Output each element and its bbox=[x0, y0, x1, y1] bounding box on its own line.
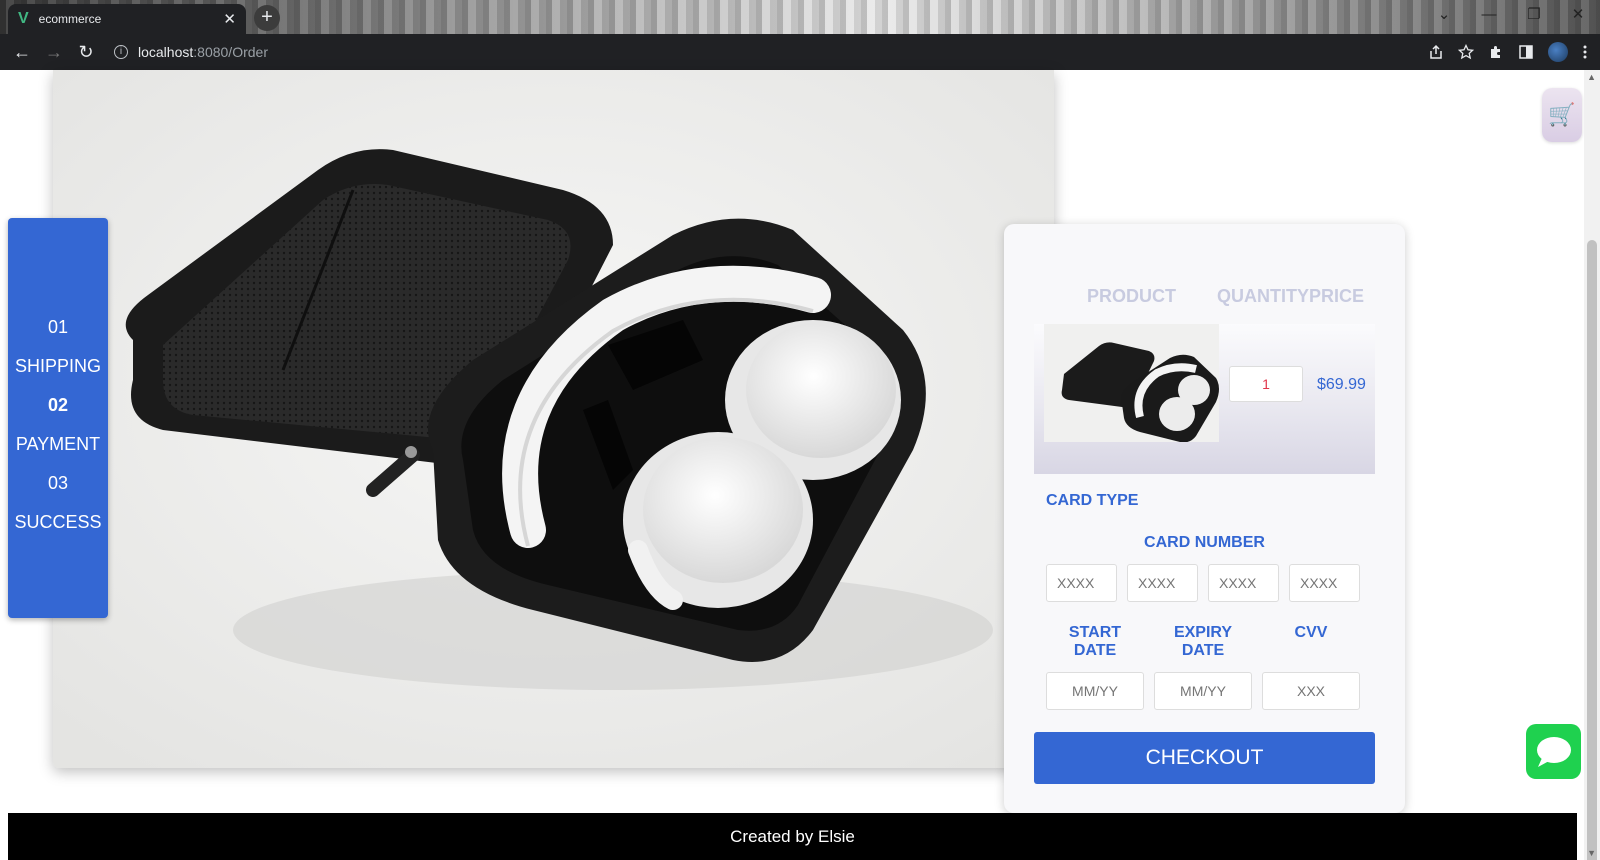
url-path: :8080/Order bbox=[193, 44, 268, 60]
browser-toolbar: ← → ↻ i localhost :8080/Order bbox=[0, 34, 1600, 70]
scroll-up-arrow-icon[interactable]: ▲ bbox=[1587, 72, 1596, 82]
extensions-icon[interactable] bbox=[1488, 44, 1504, 60]
card-number-label: CARD NUMBER bbox=[1144, 534, 1265, 551]
share-icon[interactable] bbox=[1428, 44, 1444, 60]
product-column-header: PRODUCT bbox=[1087, 286, 1176, 306]
forward-icon[interactable]: → bbox=[38, 42, 70, 63]
tab-title: ecommerce bbox=[38, 12, 102, 26]
profile-avatar[interactable] bbox=[1548, 42, 1568, 62]
reload-icon[interactable]: ↻ bbox=[70, 42, 102, 63]
expiry-date-label: EXPIRY DATE bbox=[1173, 624, 1233, 659]
quantity-price-column-header: QUANTITYPRICE bbox=[1217, 286, 1365, 306]
payment-card-panel: PRODUCT QUANTITYPRICE 1 $69.99 CARD TYPE… bbox=[1004, 224, 1405, 813]
restore-button[interactable]: ❐ bbox=[1512, 0, 1556, 30]
product-thumbnail bbox=[1044, 324, 1219, 442]
side-panel-icon[interactable] bbox=[1518, 44, 1534, 60]
new-tab-button[interactable]: + bbox=[254, 5, 280, 31]
cart-button[interactable]: 🛒 bbox=[1542, 88, 1582, 142]
site-footer: Created by Elsie bbox=[8, 813, 1577, 860]
step-3-number[interactable]: 03 bbox=[8, 464, 108, 503]
message-button[interactable] bbox=[1526, 724, 1581, 779]
tab-search-icon[interactable]: ⌄ bbox=[1422, 0, 1466, 30]
expiry-date-input[interactable] bbox=[1154, 672, 1252, 710]
card-type-label: CARD TYPE bbox=[1046, 492, 1139, 509]
step-1-number[interactable]: 01 bbox=[8, 308, 108, 347]
start-date-input[interactable] bbox=[1046, 672, 1144, 710]
vue-logo-icon: V bbox=[18, 10, 29, 27]
minimize-button[interactable]: — bbox=[1467, 0, 1511, 30]
quantity-input[interactable]: 1 bbox=[1229, 366, 1303, 402]
checkout-button[interactable]: CHECKOUT bbox=[1034, 732, 1375, 784]
address-bar[interactable]: i localhost :8080/Order bbox=[114, 44, 268, 60]
menu-icon[interactable] bbox=[1582, 44, 1588, 60]
window-close-button[interactable]: ✕ bbox=[1556, 0, 1600, 30]
step-success[interactable]: SUCCESS bbox=[8, 503, 108, 542]
cvv-input[interactable] bbox=[1262, 672, 1360, 710]
footer-credit: Created by Elsie bbox=[730, 827, 855, 846]
hero-product-image bbox=[53, 70, 1054, 768]
shopping-cart-icon: 🛒 bbox=[1548, 102, 1576, 127]
bookmark-star-icon[interactable] bbox=[1458, 44, 1474, 60]
card-number-input-1[interactable] bbox=[1046, 564, 1117, 602]
card-number-input-2[interactable] bbox=[1127, 564, 1198, 602]
chat-bubble-icon bbox=[1536, 736, 1571, 767]
page-scrollbar[interactable]: ▲ ▼ bbox=[1584, 70, 1600, 860]
item-price: $69.99 bbox=[1317, 376, 1366, 393]
scrollbar-thumb[interactable] bbox=[1587, 240, 1597, 860]
step-shipping[interactable]: SHIPPING bbox=[8, 347, 108, 386]
card-number-input-3[interactable] bbox=[1208, 564, 1279, 602]
checkout-steps-sidebar: 01 SHIPPING 02 PAYMENT 03 SUCCESS bbox=[8, 218, 108, 618]
site-info-icon[interactable]: i bbox=[114, 45, 128, 59]
tab-close-icon[interactable]: ✕ bbox=[223, 10, 236, 28]
step-2-number[interactable]: 02 bbox=[8, 386, 108, 425]
url-host: localhost bbox=[138, 44, 194, 60]
cvv-label: CVV bbox=[1294, 624, 1328, 641]
toolbar-icons bbox=[1428, 34, 1588, 70]
start-date-label: START DATE bbox=[1068, 624, 1122, 659]
card-number-input-4[interactable] bbox=[1289, 564, 1360, 602]
scroll-down-arrow-icon[interactable]: ▼ bbox=[1587, 848, 1596, 858]
back-icon[interactable]: ← bbox=[6, 42, 38, 63]
cart-item-row: 1 $69.99 bbox=[1034, 324, 1375, 474]
browser-tab[interactable]: V ecommerce ✕ bbox=[8, 4, 246, 34]
step-payment[interactable]: PAYMENT bbox=[8, 425, 108, 464]
